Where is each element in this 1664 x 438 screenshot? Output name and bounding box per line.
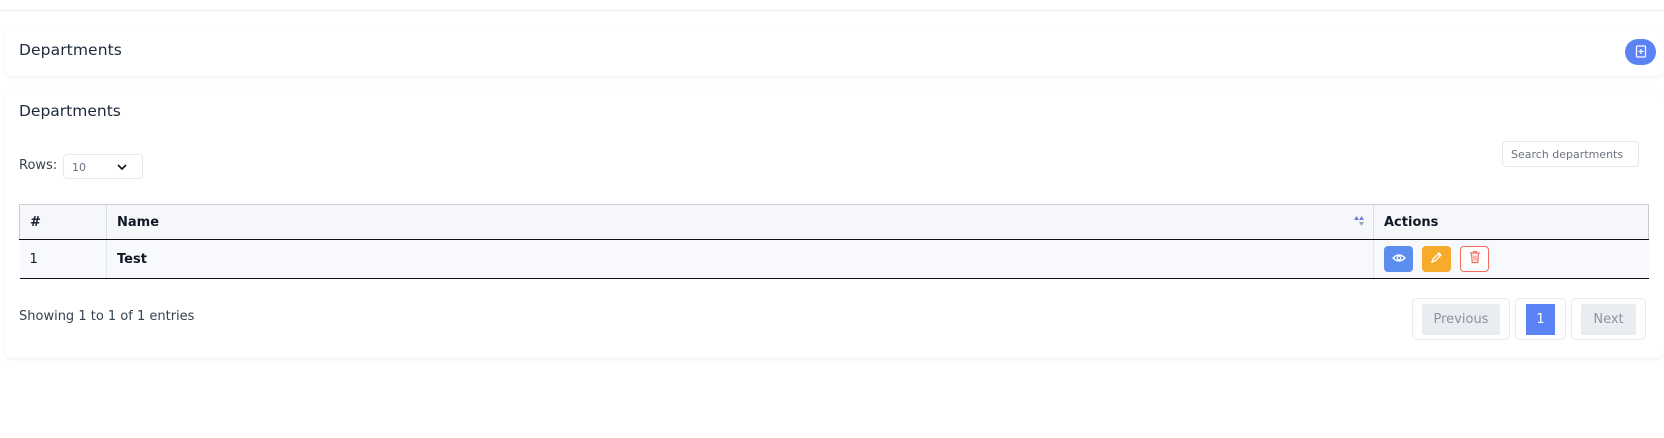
- page-title: Departments: [19, 41, 122, 59]
- previous-page-button[interactable]: Previous: [1421, 303, 1501, 335]
- row-name: Test: [106, 239, 1374, 279]
- delete-button[interactable]: [1460, 246, 1490, 272]
- row-actions: [1373, 239, 1649, 279]
- chevron-down-icon: [116, 162, 128, 175]
- page-number-button[interactable]: 1: [1526, 303, 1555, 335]
- table-header-row: # Name Actions: [19, 204, 1649, 240]
- column-header-name[interactable]: Name: [106, 204, 1374, 240]
- row-number: 1: [19, 239, 107, 279]
- pagination-next-wrapper: Next: [1571, 298, 1646, 340]
- pagination-pages-wrapper: 1: [1515, 298, 1566, 340]
- next-page-button[interactable]: Next: [1581, 303, 1636, 335]
- trash-icon: [1469, 250, 1481, 268]
- sort-icon[interactable]: [1353, 215, 1365, 231]
- section-title: Departments: [19, 102, 121, 120]
- pagination-previous-wrapper: Previous: [1412, 298, 1510, 340]
- column-header-number[interactable]: #: [19, 204, 107, 240]
- rows-per-page-value: 10: [72, 161, 86, 174]
- column-header-name-label: Name: [117, 214, 160, 230]
- add-document-icon: [1635, 43, 1647, 62]
- top-divider: [0, 10, 1664, 11]
- table-row: 1 Test: [19, 239, 1649, 279]
- add-department-button[interactable]: [1625, 39, 1656, 65]
- departments-list-card: Departments Rows: 10 # Name: [5, 92, 1664, 358]
- rows-label: Rows:: [19, 158, 58, 173]
- search-input[interactable]: [1502, 141, 1639, 167]
- column-header-actions: Actions: [1373, 204, 1649, 240]
- page-header-card: Departments: [5, 28, 1664, 76]
- departments-table: # Name Actions 1 Test: [19, 204, 1649, 279]
- rows-per-page-select[interactable]: 10: [63, 154, 143, 179]
- pencil-icon: [1430, 251, 1443, 268]
- eye-icon: [1391, 252, 1406, 267]
- entries-info: Showing 1 to 1 of 1 entries: [19, 309, 195, 324]
- edit-button[interactable]: [1422, 246, 1452, 272]
- view-button[interactable]: [1384, 246, 1413, 272]
